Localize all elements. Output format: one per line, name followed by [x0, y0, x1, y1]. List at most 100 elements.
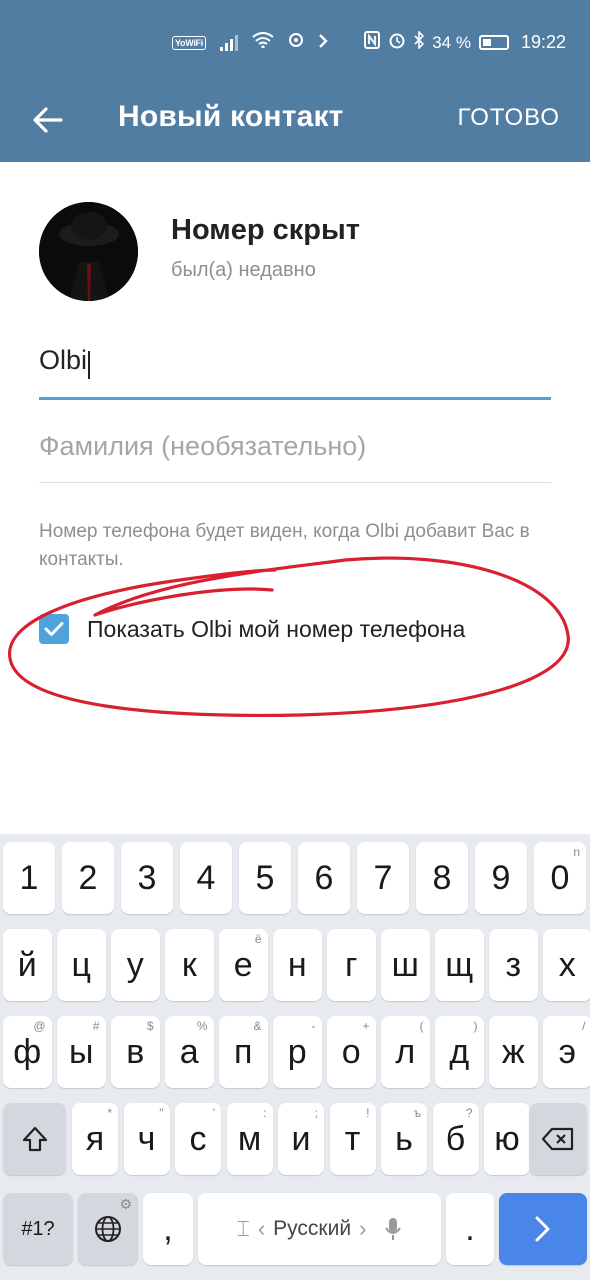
key-т[interactable]: т!	[329, 1103, 376, 1175]
key-5[interactable]: 5	[239, 842, 291, 914]
key-label: з	[505, 945, 522, 984]
clock: 19:22	[520, 32, 566, 52]
key-secondary-label: ъ	[413, 1106, 422, 1120]
key-secondary-label: $	[146, 1019, 154, 1033]
last-name-field[interactable]: Фамилия (необязательно)	[39, 428, 551, 483]
period-key[interactable]: .	[446, 1193, 494, 1265]
comma-key[interactable]: ,	[143, 1193, 193, 1265]
settings-gear-icon: ⚙	[119, 1196, 132, 1212]
bluetooth-icon	[414, 30, 425, 54]
key-label: ,	[163, 1209, 173, 1248]
key-а[interactable]: а%	[165, 1016, 214, 1088]
last-name-placeholder: Фамилия (необязательно)	[39, 431, 367, 461]
key-0[interactable]: 0n	[534, 842, 586, 914]
key-ю[interactable]: ю	[484, 1103, 530, 1175]
key-label: д	[449, 1032, 470, 1071]
key-label: э	[558, 1032, 576, 1071]
space-key[interactable]: ⌶ ‹ Русский ›	[198, 1193, 441, 1265]
key-label: о	[341, 1032, 361, 1071]
key-1[interactable]: 1	[3, 842, 55, 914]
key-6[interactable]: 6	[298, 842, 350, 914]
back-button[interactable]	[28, 100, 68, 140]
key-м[interactable]: м:	[226, 1103, 273, 1175]
key-н[interactable]: н	[273, 929, 322, 1001]
key-label: е	[233, 945, 253, 984]
key-label: б	[445, 1119, 466, 1158]
key-ы[interactable]: ы #	[57, 1016, 106, 1088]
key-ж[interactable]: ж	[489, 1016, 538, 1088]
key-7[interactable]: 7	[357, 842, 409, 914]
key-ф[interactable]: ф @	[3, 1016, 52, 1088]
key-label: ц	[71, 945, 91, 984]
key-label: ю	[494, 1119, 520, 1158]
symbols-key[interactable]: #1?	[3, 1193, 73, 1265]
key-е[interactable]: её	[219, 929, 268, 1001]
key-з[interactable]: з	[489, 929, 538, 1001]
key-л[interactable]: л(	[381, 1016, 430, 1088]
done-button[interactable]: ГОТОВО	[458, 104, 560, 132]
first-name-field[interactable]: Olbi	[39, 342, 551, 400]
key-х[interactable]: х	[543, 929, 590, 1001]
key-ц[interactable]: ц	[57, 929, 106, 1001]
key-ь[interactable]: ьъ	[381, 1103, 427, 1175]
key-label: 3	[137, 858, 157, 897]
key-label: ы	[69, 1032, 94, 1071]
key-й[interactable]: й	[3, 929, 52, 1001]
key-у[interactable]: у	[111, 929, 160, 1001]
key-д[interactable]: д)	[435, 1016, 484, 1088]
key-label: .	[465, 1209, 475, 1248]
shift-key[interactable]	[3, 1103, 66, 1175]
key-2[interactable]: 2	[62, 842, 114, 914]
key-label: 0	[550, 858, 570, 897]
backspace-key[interactable]	[529, 1103, 587, 1175]
key-ч[interactable]: ч "	[123, 1103, 170, 1175]
key-9[interactable]: 9	[475, 842, 527, 914]
avatar[interactable]	[39, 202, 138, 301]
key-secondary-label: @	[33, 1019, 46, 1033]
chevron-left-icon: ‹	[257, 1216, 266, 1241]
status-bar: YoWiFi 34 % 19:22	[0, 0, 590, 84]
key-э[interactable]: э /	[543, 1016, 590, 1088]
key-я[interactable]: я *	[72, 1103, 118, 1175]
key-label: к	[181, 945, 197, 984]
header: Новый контакт ГОТОВО	[0, 84, 590, 162]
key-3[interactable]: 3	[121, 842, 173, 914]
last-seen: был(а) недавно	[171, 259, 316, 281]
key-и[interactable]: и;	[278, 1103, 324, 1175]
key-label: п	[234, 1032, 253, 1071]
yowifi-badge: YoWiFi	[172, 35, 206, 50]
key-secondary-label: ё	[254, 932, 262, 946]
avatar-image	[39, 202, 138, 301]
text-cursor	[88, 350, 91, 379]
globe-icon	[95, 1216, 121, 1242]
hotspot-icon	[288, 32, 304, 53]
enter-key[interactable]	[499, 1193, 587, 1265]
signal-icon	[219, 34, 238, 51]
key-label: #1?	[21, 1217, 55, 1240]
key-п[interactable]: п &	[219, 1016, 268, 1088]
key-к[interactable]: к	[165, 929, 214, 1001]
key-label: 7	[373, 858, 393, 897]
mic-icon	[385, 1218, 402, 1240]
key-щ[interactable]: щ	[435, 929, 484, 1001]
key-ш[interactable]: ш	[381, 929, 430, 1001]
key-р[interactable]: р-	[273, 1016, 322, 1088]
key-4[interactable]: 4	[180, 842, 232, 914]
chevron-right-icon: ›	[359, 1216, 367, 1241]
key-с[interactable]: с '	[175, 1103, 221, 1175]
key-secondary-label: ?	[465, 1106, 473, 1120]
key-б[interactable]: б?	[432, 1103, 479, 1175]
key-г[interactable]: г	[327, 929, 376, 1001]
key-label: 5	[255, 858, 275, 897]
key-secondary-label: !	[366, 1106, 370, 1120]
key-в[interactable]: в $	[111, 1016, 160, 1088]
key-secondary-label: (	[419, 1019, 424, 1033]
battery-icon	[478, 35, 509, 50]
key-label: 9	[491, 858, 511, 897]
key-о[interactable]: о +	[327, 1016, 376, 1088]
shift-icon	[22, 1126, 47, 1152]
key-label: щ	[445, 945, 474, 984]
key-secondary-label: +	[362, 1019, 370, 1033]
key-8[interactable]: 8	[416, 842, 468, 914]
language-key[interactable]: ⚙	[78, 1193, 138, 1265]
